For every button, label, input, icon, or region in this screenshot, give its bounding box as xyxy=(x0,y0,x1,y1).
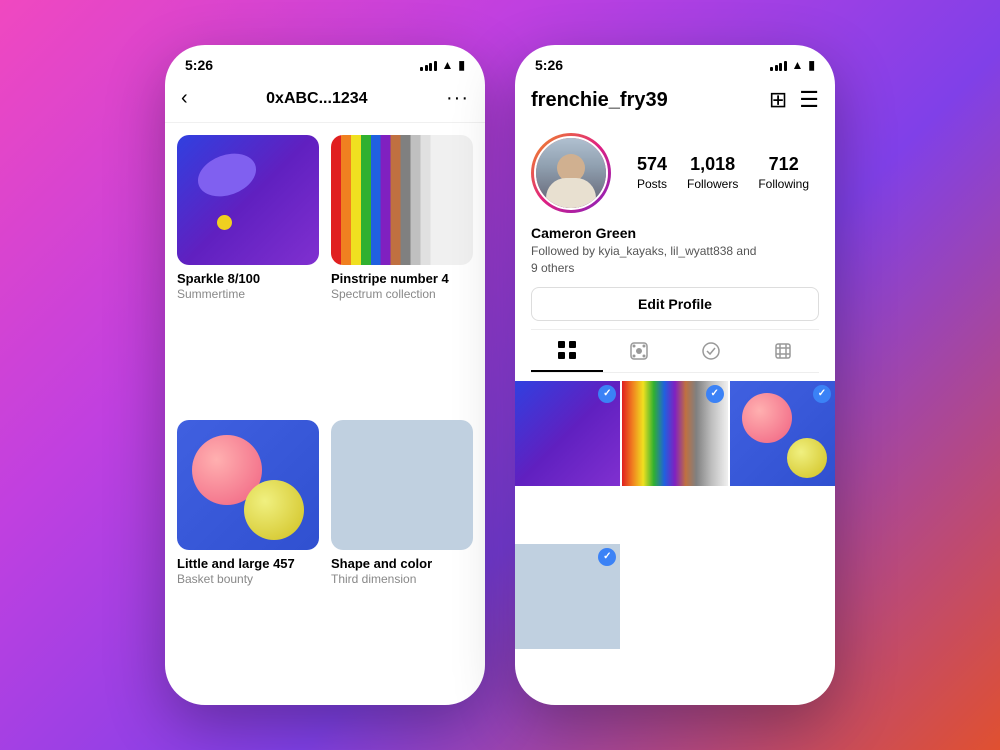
stat-following[interactable]: 712 Following xyxy=(758,154,809,193)
tab-tagged[interactable] xyxy=(747,330,819,372)
more-button[interactable]: ··· xyxy=(446,87,469,110)
nft-title-sparkle: Sparkle 8/100 xyxy=(177,271,319,286)
tab-reels[interactable] xyxy=(603,330,675,372)
following-label: Following xyxy=(758,177,809,191)
right-phone: 5:26 ▲ ▮ frenchie_fry39 ⊞ ☰ xyxy=(515,45,835,705)
profile-display-name: Cameron Green xyxy=(531,225,819,241)
stats-row: 574 Posts 1,018 Followers 712 Following xyxy=(627,154,819,193)
tab-grid[interactable] xyxy=(531,330,603,372)
post-thumbnail-1[interactable] xyxy=(515,381,620,486)
nft-subtitle-pinstripe: Spectrum collection xyxy=(331,287,473,301)
status-icons-right: ▲ ▮ xyxy=(770,58,815,72)
followers-count: 1,018 xyxy=(687,154,738,175)
posts-count: 574 xyxy=(637,154,667,175)
signal-icon-right xyxy=(770,59,787,71)
nft-image-pinstripe xyxy=(331,135,473,265)
wifi-icon: ▲ xyxy=(442,58,454,72)
pinstripe-artwork xyxy=(331,135,473,265)
tab-verified[interactable] xyxy=(675,330,747,372)
nft-subtitle-sparkle: Summertime xyxy=(177,287,319,301)
nft-title-balloon: Little and large 457 xyxy=(177,556,319,571)
sparkle-artwork xyxy=(177,135,319,265)
post-thumbnail-4[interactable] xyxy=(515,544,620,649)
followers-label: Followers xyxy=(687,177,738,191)
profile-followed-by: Followed by kyia_kayaks, lil_wyatt838 an… xyxy=(531,243,819,277)
profile-header: frenchie_fry39 ⊞ ☰ xyxy=(515,79,835,125)
post-thumbnail-2[interactable] xyxy=(622,381,727,486)
balloon-artwork xyxy=(177,420,319,550)
post-image-2 xyxy=(622,381,727,486)
nft-image-sparkle xyxy=(177,135,319,265)
status-bar-left: 5:26 ▲ ▮ xyxy=(165,45,485,79)
profile-tabs xyxy=(531,329,819,373)
post-image-3 xyxy=(730,381,835,486)
edit-profile-button[interactable]: Edit Profile xyxy=(531,287,819,321)
nft-subtitle-balloon: Basket bounty xyxy=(177,572,319,586)
nft-header: ‹ 0xABC...1234 ··· xyxy=(165,79,485,123)
posts-grid xyxy=(515,381,835,705)
time-left: 5:26 xyxy=(185,57,213,73)
battery-icon: ▮ xyxy=(458,58,465,72)
signal-icon xyxy=(420,59,437,71)
avatar xyxy=(534,136,608,210)
hamburger-menu-button[interactable]: ☰ xyxy=(799,87,819,113)
nft-item-sparkle[interactable]: Sparkle 8/100 Summertime xyxy=(177,135,319,408)
stat-posts[interactable]: 574 Posts xyxy=(637,154,667,193)
nft-image-balloon xyxy=(177,420,319,550)
nft-title-pinstripe: Pinstripe number 4 xyxy=(331,271,473,286)
status-icons-left: ▲ ▮ xyxy=(420,58,465,72)
time-right: 5:26 xyxy=(535,57,563,73)
posts-label: Posts xyxy=(637,177,667,191)
status-bar-right: 5:26 ▲ ▮ xyxy=(515,45,835,79)
nft-image-shape xyxy=(331,420,473,550)
wifi-icon-right: ▲ xyxy=(792,58,804,72)
stat-followers[interactable]: 1,018 Followers xyxy=(687,154,738,193)
following-count: 712 xyxy=(758,154,809,175)
add-content-button[interactable]: ⊞ xyxy=(769,87,787,113)
nft-item-shape[interactable]: Shape and color Third dimension xyxy=(331,420,473,693)
left-phone: 5:26 ▲ ▮ ‹ 0xABC...1234 ··· Sparkle 8/10… xyxy=(165,45,485,705)
battery-icon-right: ▮ xyxy=(808,58,815,72)
nft-item-pinstripe[interactable]: Pinstripe number 4 Spectrum collection xyxy=(331,135,473,408)
post-image-1 xyxy=(515,381,620,486)
back-button[interactable]: ‹ xyxy=(181,87,188,110)
avatar-body xyxy=(546,178,596,208)
profile-username: frenchie_fry39 xyxy=(531,89,668,112)
nft-item-balloon[interactable]: Little and large 457 Basket bounty xyxy=(177,420,319,693)
shape-artwork xyxy=(331,420,473,550)
avatar-container xyxy=(531,133,611,213)
nft-subtitle-shape: Third dimension xyxy=(331,572,473,586)
profile-section: 574 Posts 1,018 Followers 712 Following … xyxy=(515,125,835,381)
avatar-image xyxy=(536,138,606,208)
header-actions: ⊞ ☰ xyxy=(769,87,819,113)
nft-title-shape: Shape and color xyxy=(331,556,473,571)
avatar-ring xyxy=(531,133,611,213)
profile-info-row: 574 Posts 1,018 Followers 712 Following xyxy=(531,133,819,213)
wallet-address: 0xABC...1234 xyxy=(266,90,367,108)
post-thumbnail-3[interactable] xyxy=(730,381,835,486)
nft-grid: Sparkle 8/100 Summertime Pinstripe numbe… xyxy=(165,123,485,705)
